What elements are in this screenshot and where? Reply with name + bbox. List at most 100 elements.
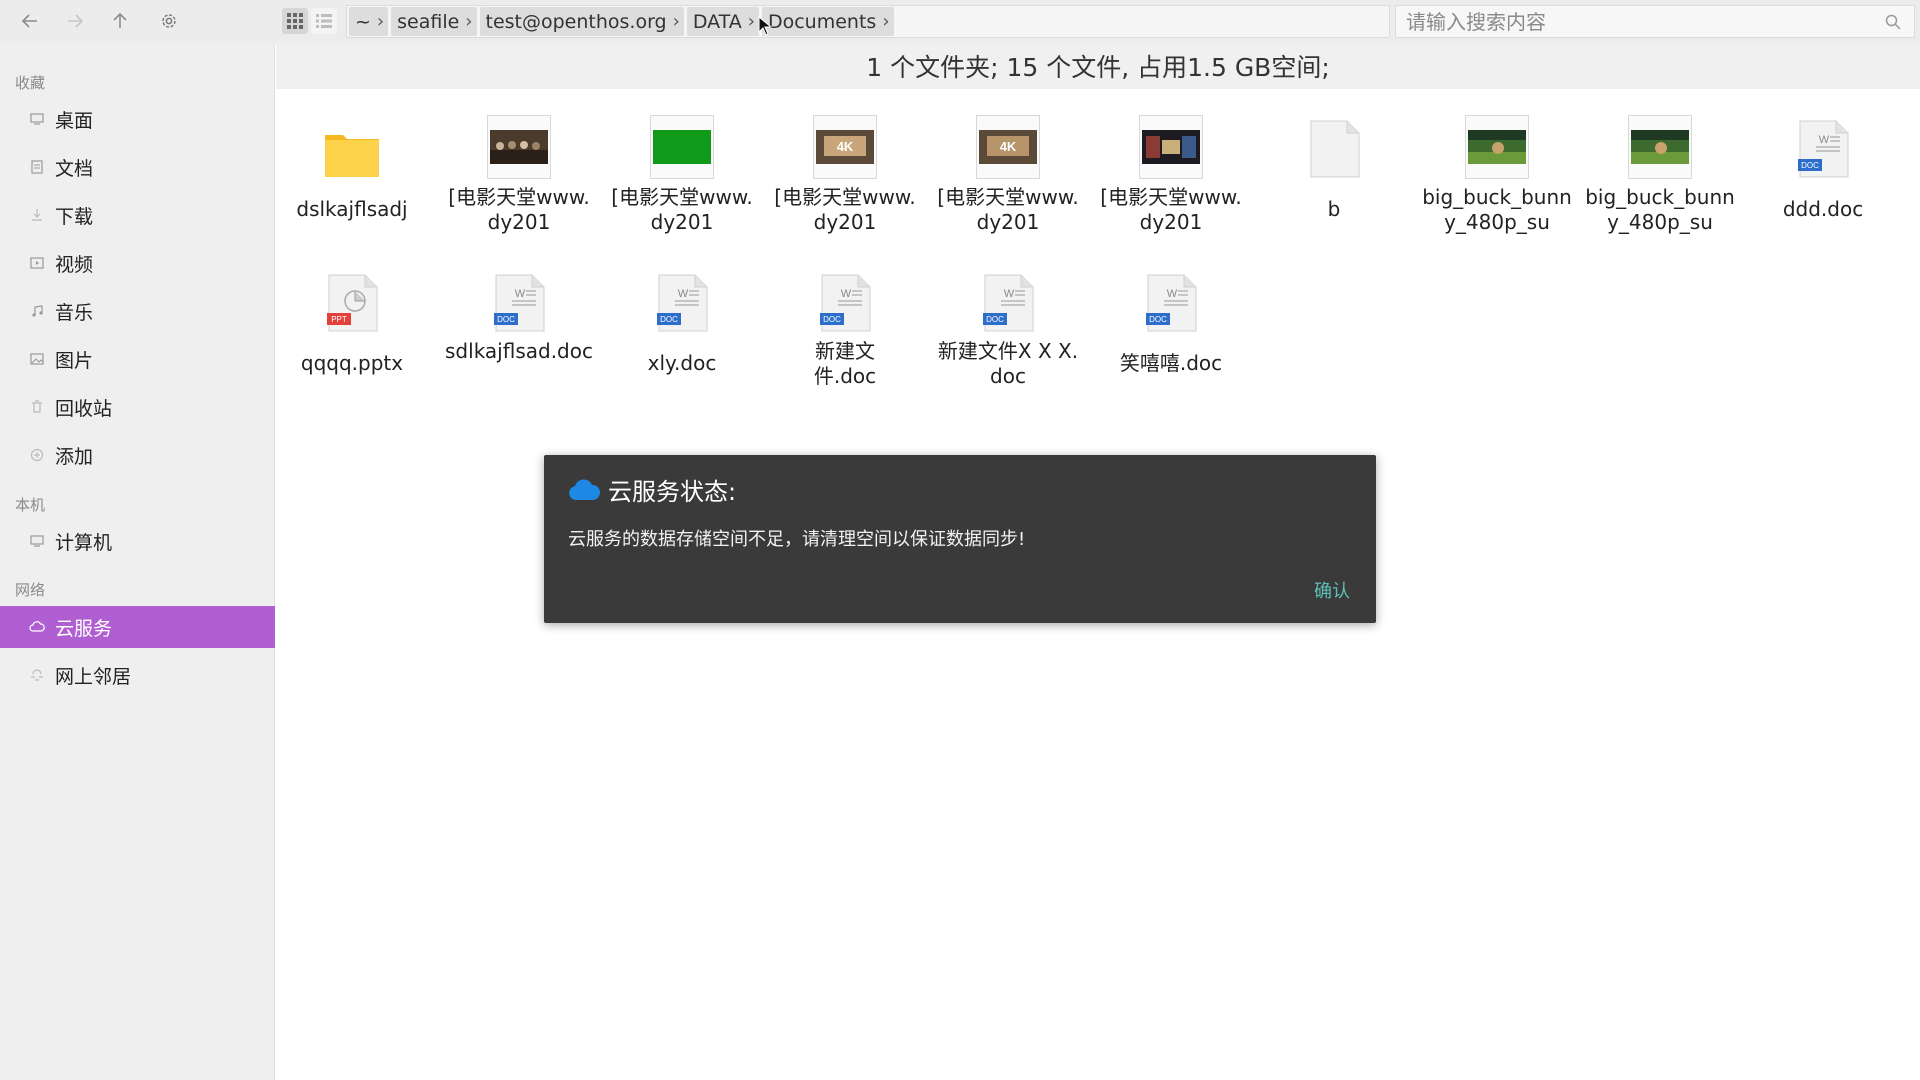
svg-text:W: W (515, 288, 526, 300)
sidebar-item-music[interactable]: 音乐 (0, 290, 275, 332)
file-name: [电影天堂www.dy201 (1100, 185, 1242, 234)
download-icon (29, 207, 45, 223)
video-thumbnail: 4K (976, 115, 1040, 179)
video-icon (29, 255, 45, 271)
file-item[interactable]: W DOC ddd.doc (1748, 109, 1898, 222)
file-item[interactable]: 4K [电影天堂www.dy201 (770, 109, 920, 235)
section-title-network: 网络 (15, 581, 46, 599)
file-name: big_buck_bunny_480p_su (1585, 185, 1735, 234)
sidebar-item-label: 文档 (55, 157, 94, 180)
picture-icon (29, 351, 45, 367)
video-thumbnail (1628, 115, 1692, 179)
settings-button[interactable] (154, 6, 184, 36)
breadcrumb-data[interactable]: DATA › (686, 7, 759, 36)
file-item[interactable]: PPT qqqq.pptx (277, 263, 427, 376)
file-item[interactable]: 4K [电影天堂www.dy201 (933, 109, 1083, 235)
file-name: ddd.doc (1782, 197, 1864, 221)
file-item[interactable]: W DOC sdlkajflsad.doc (444, 263, 594, 364)
file-name: big_buck_bunny_480p_su (1422, 185, 1572, 234)
grid-view-button[interactable] (282, 8, 308, 34)
search-box (1395, 5, 1915, 38)
list-view-button[interactable] (311, 8, 337, 34)
back-button[interactable] (15, 6, 45, 36)
sidebar-item-label: 添加 (55, 445, 94, 468)
breadcrumb-seafile[interactable]: seafile › (391, 7, 477, 36)
breadcrumb-home[interactable]: ~ › (349, 7, 389, 36)
sidebar-item-label: 下载 (55, 205, 94, 228)
video-thumbnail (1139, 115, 1203, 179)
file-item[interactable]: dslkajflsadj (277, 109, 427, 222)
file-item[interactable]: W DOC xly.doc (607, 263, 757, 376)
file-name: qqqq.pptx (300, 351, 404, 375)
forward-button[interactable] (60, 6, 90, 36)
chevron-right-icon: › (376, 11, 385, 32)
svg-text:W: W (841, 288, 852, 300)
file-name: [电影天堂www.dy201 (774, 185, 916, 234)
chevron-right-icon: › (747, 11, 755, 32)
file-name: 新建文件.doc (813, 339, 877, 388)
confirm-button[interactable]: 确认 (1314, 577, 1350, 603)
sidebar-item-desktop[interactable]: 桌面 (0, 98, 275, 140)
dialog-title: 云服务状态: (568, 472, 736, 507)
sidebar-item-label: 网上邻居 (55, 665, 132, 688)
svg-text:W: W (1004, 288, 1015, 300)
forward-arrow-icon (68, 14, 84, 28)
sidebar-item-trash[interactable]: 回收站 (0, 386, 275, 428)
section-title-local: 本机 (15, 496, 46, 514)
sidebar-item-network-neighborhood[interactable]: 网上邻居 (0, 654, 275, 696)
file-item[interactable]: W DOC 新建文件X X X.doc (933, 263, 1083, 389)
music-icon (29, 303, 45, 319)
search-input[interactable] (1396, 9, 1866, 34)
main-content: 1 个文件夹; 15 个文件, 占用1.5 GB空间; dslkajflsadj… (276, 43, 1920, 1080)
svg-text:DOC: DOC (1801, 161, 1819, 170)
desktop-icon (29, 111, 45, 127)
sidebar-item-add[interactable]: 添加 (0, 434, 275, 476)
sidebar-item-label: 回收站 (55, 397, 113, 420)
up-button[interactable] (105, 6, 135, 36)
svg-text:DOC: DOC (497, 315, 515, 324)
dialog-message: 云服务的数据存储空间不足，请清理空间以保证数据同步! (568, 529, 1026, 550)
chevron-right-icon: › (672, 11, 680, 32)
file-name: xly.doc (647, 351, 717, 375)
file-item[interactable]: big_buck_bunny_480p_su (1585, 109, 1735, 235)
sidebar-item-computer[interactable]: 计算机 (0, 520, 275, 562)
back-arrow-icon (21, 14, 37, 28)
sidebar-item-pictures[interactable]: 图片 (0, 338, 275, 380)
sidebar-item-documents[interactable]: 文档 (0, 146, 275, 188)
file-name: [电影天堂www.dy201 (937, 185, 1079, 234)
status-bar: 1 个文件夹; 15 个文件, 占用1.5 GB空间; (276, 43, 1920, 89)
file-item[interactable]: [电影天堂www.dy201 (1096, 109, 1246, 235)
file-item[interactable]: W DOC 新建文件.doc (770, 263, 920, 389)
cloud-status-dialog: 云服务状态: 云服务的数据存储空间不足，请清理空间以保证数据同步! 确认 (544, 455, 1376, 623)
breadcrumb-label: test@openthos.org (485, 10, 667, 33)
doc-file-icon: W DOC (1798, 120, 1849, 178)
file-item[interactable]: b (1259, 109, 1409, 222)
svg-text:PPT: PPT (331, 315, 347, 324)
section-title-favorites: 收藏 (15, 74, 46, 92)
search-icon[interactable] (1884, 13, 1902, 31)
breadcrumb-label: DATA (692, 10, 742, 33)
sidebar-item-cloud[interactable]: 云服务 (0, 606, 275, 648)
svg-text:W: W (1167, 288, 1178, 300)
doc-file-icon: W DOC (983, 274, 1034, 332)
file-item[interactable]: [电影天堂www.dy201 (607, 109, 757, 235)
chevron-right-icon: › (465, 11, 473, 32)
sidebar-item-downloads[interactable]: 下载 (0, 194, 275, 236)
file-item[interactable]: [电影天堂www.dy201 (444, 109, 594, 235)
breadcrumb-account[interactable]: test@openthos.org › (479, 7, 684, 36)
svg-text:DOC: DOC (660, 315, 678, 324)
ppt-file-icon: PPT (327, 274, 378, 332)
file-name: 新建文件X X X.doc (937, 339, 1079, 388)
list-view-icon (316, 14, 332, 28)
file-item[interactable]: big_buck_bunny_480p_su (1422, 109, 1572, 235)
cloud-icon (569, 478, 600, 500)
doc-file-icon: W DOC (820, 274, 871, 332)
chevron-right-icon: › (882, 11, 890, 32)
sidebar-item-videos[interactable]: 视频 (0, 242, 275, 284)
breadcrumb-documents[interactable]: Documents › (761, 7, 894, 36)
sidebar-item-label: 视频 (55, 253, 94, 276)
file-item[interactable]: W DOC 笑嘻嘻.doc (1096, 263, 1246, 376)
file-name: b (1327, 197, 1341, 221)
video-thumbnail (650, 115, 714, 179)
file-name: 笑嘻嘻.doc (1119, 351, 1223, 375)
